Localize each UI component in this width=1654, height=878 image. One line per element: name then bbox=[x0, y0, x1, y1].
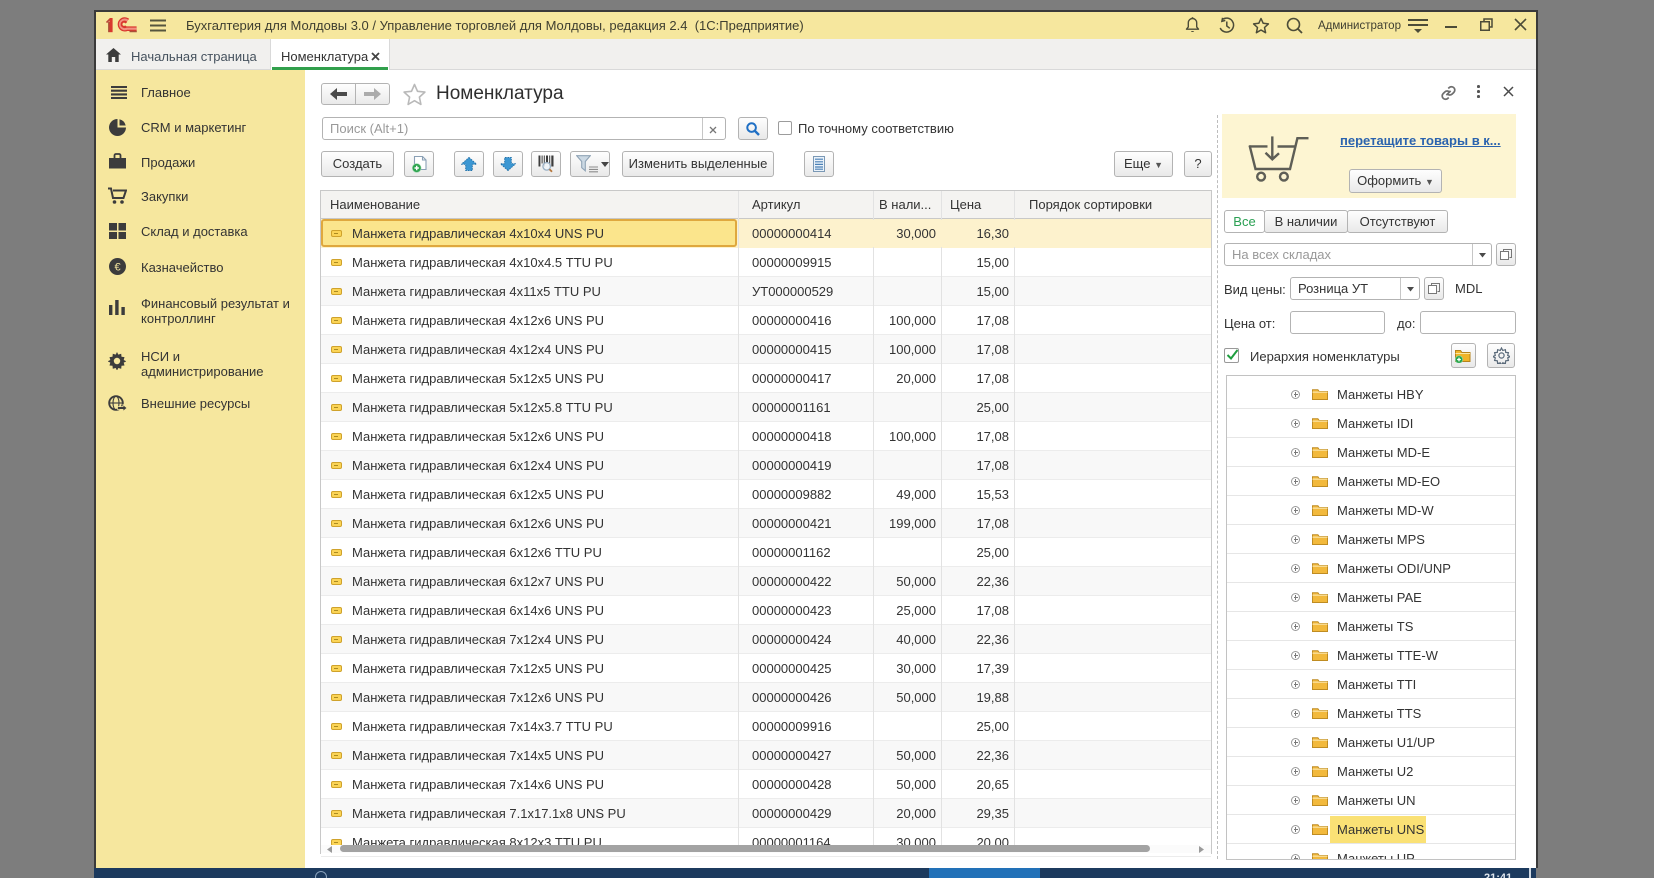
svg-text:€: € bbox=[114, 262, 120, 274]
